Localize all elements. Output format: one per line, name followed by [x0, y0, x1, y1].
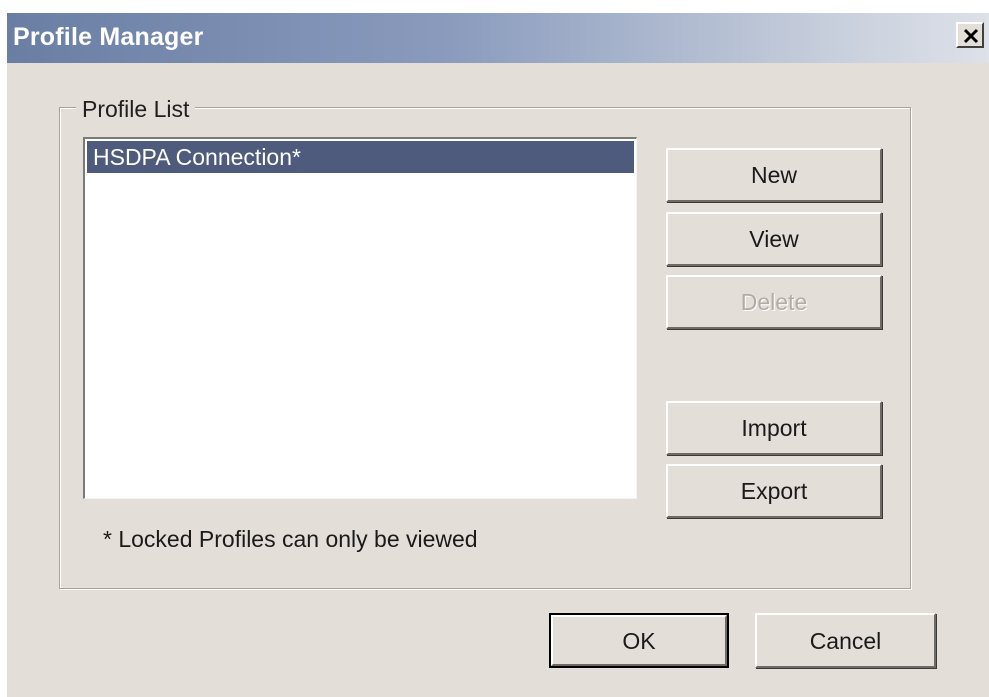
dialog-title: Profile Manager	[13, 23, 204, 51]
new-button[interactable]: New	[666, 148, 882, 202]
locked-profiles-note: * Locked Profiles can only be viewed	[103, 526, 478, 552]
profile-listbox[interactable]: HSDPA Connection*	[83, 137, 637, 499]
cancel-button[interactable]: Cancel	[755, 613, 936, 668]
close-button[interactable]	[956, 22, 984, 48]
list-item[interactable]: HSDPA Connection*	[87, 141, 634, 173]
delete-button[interactable]: Delete	[666, 275, 882, 329]
view-button[interactable]: View	[666, 212, 882, 266]
export-button[interactable]: Export	[666, 464, 882, 518]
import-button[interactable]: Import	[666, 401, 882, 455]
ok-button[interactable]: OK	[549, 613, 729, 668]
ok-button-label: OK	[622, 627, 656, 654]
profile-list-legend: Profile List	[76, 96, 196, 123]
close-icon	[963, 28, 979, 44]
title-bar[interactable]: Profile Manager	[7, 13, 989, 63]
